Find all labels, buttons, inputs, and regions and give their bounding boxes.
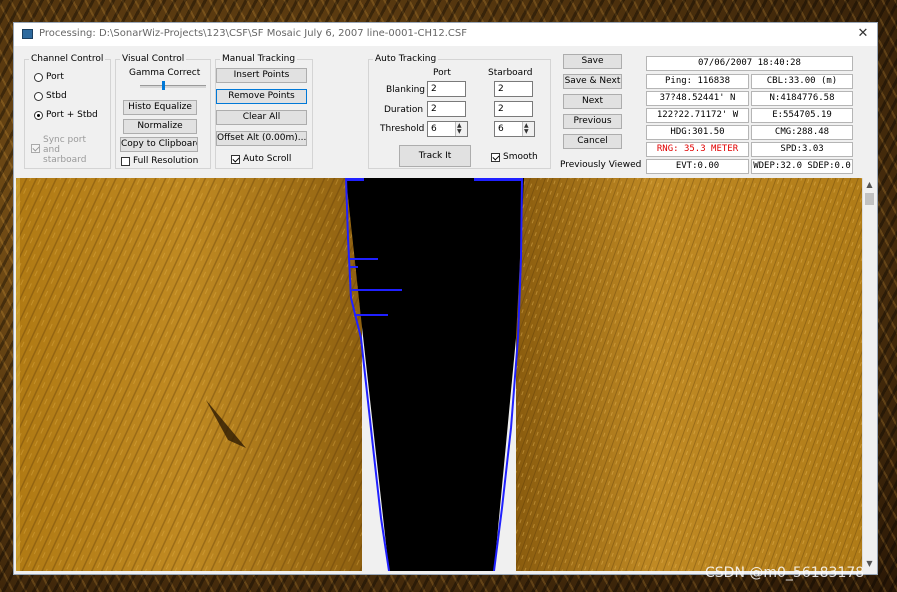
track-it-button[interactable]: Track It xyxy=(399,145,471,167)
duration-stbd-input[interactable]: 2 xyxy=(494,101,533,117)
histo-equalize-button[interactable]: Histo Equalize xyxy=(123,100,197,115)
sonar-waterfall-view[interactable] xyxy=(16,178,862,571)
info-heading: HDG:301.50 xyxy=(646,125,749,140)
sonar-image xyxy=(16,178,862,571)
info-cbl: CBL:33.00 (m) xyxy=(751,74,853,89)
remove-points-button[interactable]: Remove Points xyxy=(216,89,307,104)
radio-port-dot xyxy=(34,72,43,82)
gamma-slider-thumb[interactable] xyxy=(162,81,165,90)
port-texture xyxy=(16,178,362,571)
spin-down-icon: ▼ xyxy=(524,128,529,135)
normalize-button[interactable]: Normalize xyxy=(123,119,197,134)
blanking-label: Blanking xyxy=(386,85,426,95)
save-button[interactable]: Save xyxy=(563,54,622,69)
visual-control-legend: Visual Control xyxy=(120,54,187,64)
gamma-slider-track[interactable] xyxy=(140,85,206,88)
close-button[interactable]: ✕ xyxy=(855,26,871,42)
sync-label-line2: and xyxy=(43,145,60,155)
auto-scroll-label: Auto Scroll xyxy=(243,154,292,164)
cancel-button[interactable]: Cancel xyxy=(563,134,622,149)
insert-points-button[interactable]: Insert Points xyxy=(216,68,307,83)
radio-stbd[interactable]: Stbd xyxy=(34,91,67,101)
scroll-thumb[interactable] xyxy=(865,193,874,205)
threshold-port-arrows[interactable]: ▲ ▼ xyxy=(455,122,467,136)
watermark: CSDN @m0_56183178 xyxy=(705,565,865,581)
info-latitude: 37?48.52441' N xyxy=(646,91,749,106)
blanking-port-input[interactable]: 2 xyxy=(427,81,466,97)
threshold-label: Threshold xyxy=(380,124,425,134)
full-resolution-box xyxy=(121,156,130,166)
starboard-track-top xyxy=(474,178,522,181)
previous-button[interactable]: Previous xyxy=(563,114,622,129)
info-cmg: CMG:288.48 xyxy=(751,125,853,140)
threshold-stbd-arrows[interactable]: ▲ ▼ xyxy=(522,122,534,136)
sync-label-line1: Sync port xyxy=(43,135,87,145)
duration-label: Duration xyxy=(384,105,424,115)
smooth-box xyxy=(491,152,500,162)
col-port-header: Port xyxy=(433,68,451,78)
offset-alt-button[interactable]: Offset Alt (0.00m)... xyxy=(216,131,307,146)
radio-port-stbd-dot xyxy=(34,110,43,120)
radio-port-stbd[interactable]: Port + Stbd xyxy=(34,110,98,120)
vertical-scrollbar[interactable]: ▲ ▼ xyxy=(862,178,876,571)
radio-stbd-label: Stbd xyxy=(46,91,67,101)
full-resolution-checkbox[interactable]: Full Resolution xyxy=(121,156,198,166)
info-longitude: 122?22.71172' W xyxy=(646,108,749,123)
col-starboard-header: Starboard xyxy=(488,68,533,78)
processing-window: Processing: D:\SonarWiz-Projects\123\CSF… xyxy=(13,22,878,575)
threshold-port-value: 6 xyxy=(431,124,437,134)
threshold-stbd-value: 6 xyxy=(498,124,504,134)
radio-port-label: Port xyxy=(46,72,64,82)
blanking-stbd-input[interactable]: 2 xyxy=(494,81,533,97)
copy-clipboard-button[interactable]: Copy to Clipboard xyxy=(120,137,198,152)
info-ping: Ping: 116838 xyxy=(646,74,749,89)
smooth-label: Smooth xyxy=(503,152,538,162)
full-resolution-label: Full Resolution xyxy=(133,156,199,166)
info-datetime: 07/06/2007 18:40:28 xyxy=(646,56,853,71)
auto-tracking-legend: Auto Tracking xyxy=(373,54,439,64)
auto-scroll-box xyxy=(231,154,240,164)
app-icon xyxy=(22,29,33,39)
sync-label-line3: starboard xyxy=(43,155,87,165)
previously-viewed-label: Previously Viewed xyxy=(560,160,642,170)
scroll-down-icon[interactable]: ▼ xyxy=(863,558,876,570)
save-next-button[interactable]: Save & Next xyxy=(563,74,622,89)
starboard-texture xyxy=(516,178,862,571)
port-edge xyxy=(16,178,20,571)
auto-scroll-checkbox[interactable]: Auto Scroll xyxy=(231,154,291,164)
spin-down-icon: ▼ xyxy=(457,128,462,135)
window-title: Processing: D:\SonarWiz-Projects\123\CSF… xyxy=(39,28,467,39)
info-range: RNG: 35.3 METER xyxy=(646,142,749,157)
title-bar[interactable]: Processing: D:\SonarWiz-Projects\123\CSF… xyxy=(14,23,877,46)
gamma-label: Gamma Correct xyxy=(129,68,201,78)
channel-control-legend: Channel Control xyxy=(29,54,106,64)
water-column xyxy=(346,178,524,571)
duration-port-input[interactable]: 2 xyxy=(427,101,466,117)
info-speed: SPD:3.03 xyxy=(751,142,853,157)
threshold-stbd-spinner[interactable]: 6 ▲ ▼ xyxy=(494,121,535,137)
radio-port[interactable]: Port xyxy=(34,72,64,82)
port-track-top xyxy=(346,178,364,181)
sync-label: Sync port and starboard xyxy=(43,135,86,165)
sync-checkbox[interactable] xyxy=(31,144,43,153)
sync-checkbox-box xyxy=(31,144,40,153)
info-northing: N:4184776.58 xyxy=(751,91,853,106)
info-easting: E:554705.19 xyxy=(751,108,853,123)
clear-all-button[interactable]: Clear All xyxy=(216,110,307,125)
scroll-up-icon[interactable]: ▲ xyxy=(863,179,876,191)
smooth-checkbox[interactable]: Smooth xyxy=(491,152,538,162)
threshold-port-spinner[interactable]: 6 ▲ ▼ xyxy=(427,121,468,137)
radio-port-stbd-label: Port + Stbd xyxy=(46,110,98,120)
info-event: EVT:0.00 xyxy=(646,159,749,174)
radio-stbd-dot xyxy=(34,91,43,101)
next-button[interactable]: Next xyxy=(563,94,622,109)
info-depth: WDEP:32.0 SDEP:0.0 xyxy=(751,159,853,174)
manual-tracking-legend: Manual Tracking xyxy=(220,54,298,64)
